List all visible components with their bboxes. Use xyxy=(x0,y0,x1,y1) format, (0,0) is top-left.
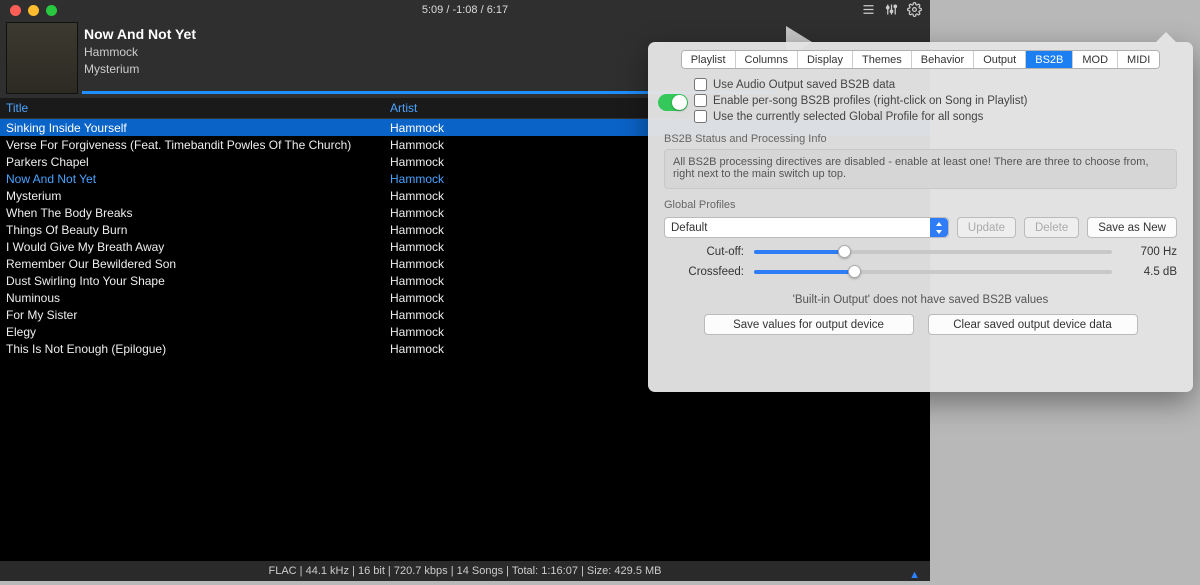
check-use-saved-label: Use Audio Output saved BS2B data xyxy=(713,79,895,91)
maximize-icon[interactable] xyxy=(46,5,57,16)
track-title: This Is Not Enough (Epilogue) xyxy=(0,342,390,356)
track-title: I Would Give My Breath Away xyxy=(0,240,390,254)
tab-behavior[interactable]: Behavior xyxy=(912,51,974,68)
track-title: For My Sister xyxy=(0,308,390,322)
track-artist: Hammock xyxy=(390,189,640,203)
track-artist: Hammock xyxy=(390,291,640,305)
queue-icon[interactable] xyxy=(861,2,876,20)
tab-midi[interactable]: MIDI xyxy=(1118,51,1159,68)
crossfeed-label: Crossfeed: xyxy=(664,266,744,278)
track-title: Now And Not Yet xyxy=(0,172,390,186)
track-title: Remember Our Bewildered Son xyxy=(0,257,390,271)
cutoff-value: 700 Hz xyxy=(1122,246,1177,258)
track-title: Sinking Inside Yourself xyxy=(0,121,390,135)
tab-themes[interactable]: Themes xyxy=(853,51,912,68)
column-artist[interactable]: Artist xyxy=(390,101,640,115)
track-artist: Hammock xyxy=(390,274,640,288)
save-as-new-button[interactable]: Save as New xyxy=(1087,217,1177,238)
status-section-label: BS2B Status and Processing Info xyxy=(664,133,1177,145)
time-readout: 5:09 / -1:08 / 6:17 xyxy=(0,4,930,16)
titlebar: 5:09 / -1:08 / 6:17 xyxy=(0,0,930,20)
profiles-section-label: Global Profiles xyxy=(664,199,1177,211)
track-title: Elegy xyxy=(0,325,390,339)
crossfeed-value: 4.5 dB xyxy=(1122,266,1177,278)
track-artist: Hammock xyxy=(390,240,640,254)
track-title: When The Body Breaks xyxy=(0,206,390,220)
now-playing-artist: Hammock xyxy=(84,45,196,59)
crossfeed-slider[interactable] xyxy=(754,270,1112,274)
track-title: Numinous xyxy=(0,291,390,305)
chevron-updown-icon xyxy=(930,218,948,237)
track-title: Things Of Beauty Burn xyxy=(0,223,390,237)
track-artist: Hammock xyxy=(390,325,640,339)
status-bar: FLAC | 44.1 kHz | 16 bit | 720.7 kbps | … xyxy=(0,561,930,581)
track-artist: Hammock xyxy=(390,172,640,186)
track-title: Mysterium xyxy=(0,189,390,203)
check-per-song-label: Enable per-song BS2B profiles (right-cli… xyxy=(713,95,1027,107)
track-title: Verse For Forgiveness (Feat. Timebandit … xyxy=(0,138,390,152)
bs2b-master-toggle[interactable] xyxy=(658,94,688,111)
now-playing-album: Mysterium xyxy=(84,62,196,76)
track-title: Dust Swirling Into Your Shape xyxy=(0,274,390,288)
status-info-box: All BS2B processing directives are disab… xyxy=(664,149,1177,189)
check-per-song[interactable] xyxy=(694,94,707,107)
equalizer-icon[interactable] xyxy=(884,2,899,20)
tab-mod[interactable]: MOD xyxy=(1073,51,1118,68)
expand-icon[interactable]: ▲ xyxy=(909,565,920,585)
tab-bs2b[interactable]: BS2B xyxy=(1026,51,1073,68)
track-artist: Hammock xyxy=(390,342,640,356)
track-artist: Hammock xyxy=(390,257,640,271)
check-use-saved[interactable] xyxy=(694,78,707,91)
check-use-global-label: Use the currently selected Global Profil… xyxy=(713,111,983,123)
track-artist: Hammock xyxy=(390,138,640,152)
profile-select[interactable]: Default xyxy=(664,217,949,238)
update-button[interactable]: Update xyxy=(957,217,1016,238)
settings-panel: PlaylistColumnsDisplayThemesBehaviorOutp… xyxy=(648,42,1193,392)
album-art[interactable] xyxy=(6,22,78,94)
tab-playlist[interactable]: Playlist xyxy=(682,51,736,68)
track-artist: Hammock xyxy=(390,308,640,322)
track-artist: Hammock xyxy=(390,206,640,220)
tab-output[interactable]: Output xyxy=(974,51,1026,68)
now-playing-title: Now And Not Yet xyxy=(84,26,196,42)
cutoff-slider[interactable] xyxy=(754,250,1112,254)
tab-columns[interactable]: Columns xyxy=(736,51,798,68)
gear-icon[interactable] xyxy=(907,2,922,20)
output-note: 'Built-in Output' does not have saved BS… xyxy=(664,294,1177,306)
tab-display[interactable]: Display xyxy=(798,51,853,68)
cutoff-label: Cut-off: xyxy=(664,246,744,258)
track-title: Parkers Chapel xyxy=(0,155,390,169)
clear-device-button[interactable]: Clear saved output device data xyxy=(928,314,1138,335)
close-icon[interactable] xyxy=(10,5,21,16)
save-device-button[interactable]: Save values for output device xyxy=(704,314,914,335)
check-use-global[interactable] xyxy=(694,110,707,123)
track-artist: Hammock xyxy=(390,121,640,135)
track-artist: Hammock xyxy=(390,155,640,169)
column-title[interactable]: Title xyxy=(0,101,390,115)
minimize-icon[interactable] xyxy=(28,5,39,16)
settings-tabs: PlaylistColumnsDisplayThemesBehaviorOutp… xyxy=(648,42,1193,75)
window-controls xyxy=(10,5,57,16)
track-artist: Hammock xyxy=(390,223,640,237)
delete-button[interactable]: Delete xyxy=(1024,217,1079,238)
